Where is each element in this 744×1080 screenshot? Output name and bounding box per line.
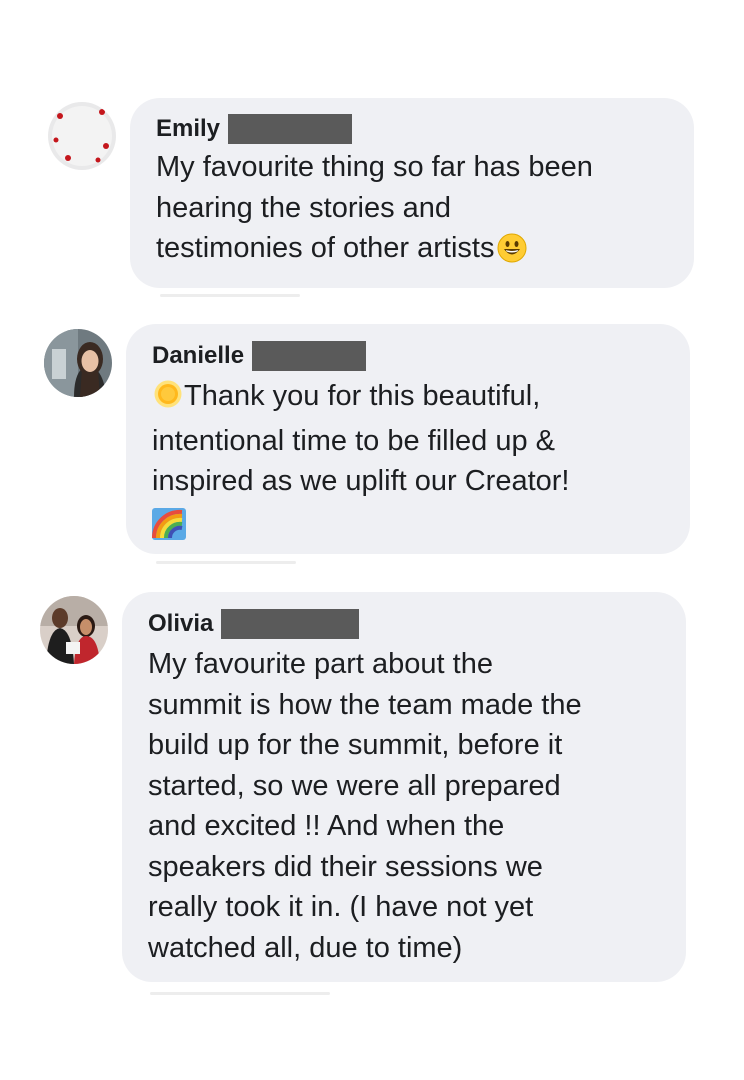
avatar-image [48,102,116,170]
comment-text: My favourite thing so far has been heari… [156,147,694,275]
rainbow-icon [151,507,186,540]
redacted-surname [221,609,360,639]
comment-bubble: Emily My favourite thing so far has been… [130,98,694,288]
comment-actions-hint [160,294,300,297]
avatar-image [40,596,108,664]
comment-text: Thank you for this beautiful, intentiona… [152,379,570,497]
avatar[interactable] [48,102,116,170]
grinning-face-icon [497,233,527,275]
sun-icon [152,379,184,421]
avatar-image [44,329,112,397]
avatar[interactable] [40,596,108,664]
comment-text: My favourite part about the summit is ho… [148,648,582,964]
avatar[interactable] [44,329,112,397]
comment-bubble: Danielle Thank you for this beautiful, i… [126,324,690,554]
comment-author[interactable]: Danielle [152,342,244,370]
redacted-surname [252,341,367,371]
comment-bubble: Olivia My favourite part about the summi… [122,592,686,982]
redacted-surname [228,114,353,144]
comment-author[interactable]: Emily [156,115,220,143]
comment-actions-hint [150,992,330,995]
comment-actions-hint [156,561,296,564]
comment-author[interactable]: Olivia [148,610,213,638]
